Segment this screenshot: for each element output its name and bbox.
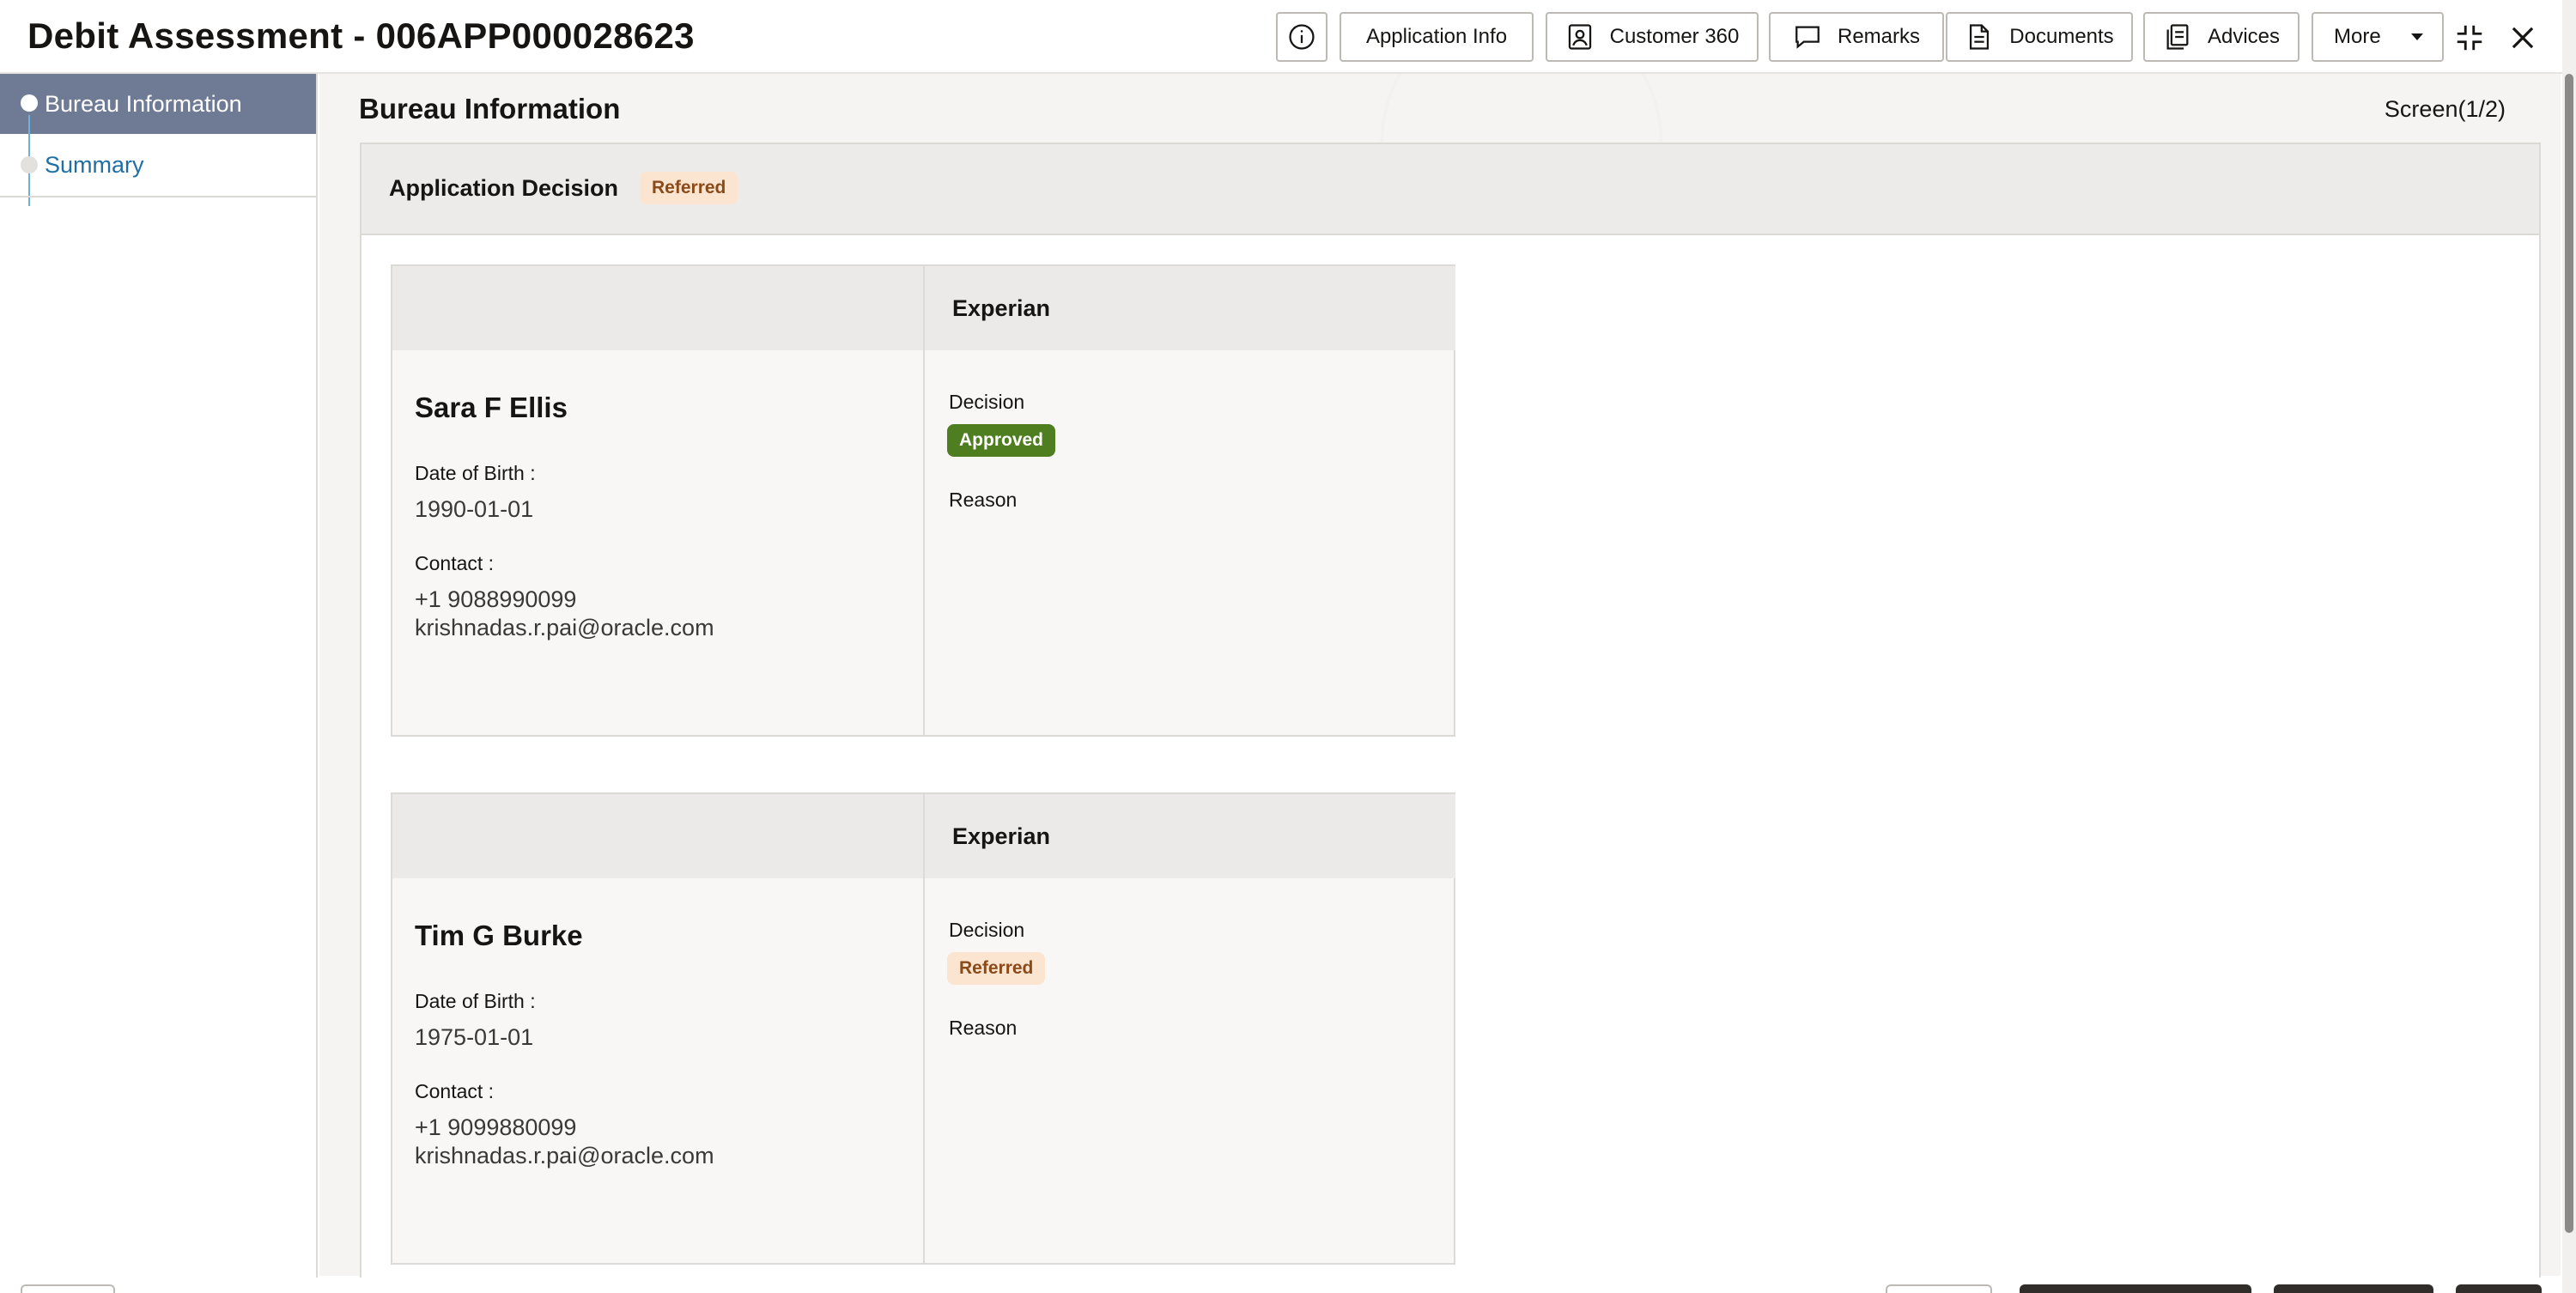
caret-down-icon — [2410, 33, 2423, 40]
dob-label: Date of Birth : — [415, 462, 536, 484]
footer-button[interactable] — [2274, 1284, 2433, 1293]
bureau-name: Experian — [952, 823, 1051, 849]
more-label: More — [2334, 25, 2381, 48]
sidebar-nav: Bureau Information Summary — [0, 74, 318, 1293]
close-button[interactable] — [2506, 21, 2540, 55]
person-card-icon — [1568, 24, 1591, 50]
decision-label: Decision — [949, 919, 1025, 941]
footer-button[interactable] — [2456, 1284, 2542, 1293]
applicant-card-header — [392, 794, 923, 878]
decision-badge: Approved — [947, 424, 1056, 457]
collapse-button[interactable] — [2452, 21, 2487, 55]
advices-button[interactable]: Advices — [2143, 12, 2300, 62]
page-title: Debit Assessment - 006APP000028623 — [27, 15, 695, 56]
dob-label: Date of Birth : — [415, 990, 536, 1012]
bureau-column-header: Experian — [925, 794, 1455, 878]
contact-label: Contact : — [415, 552, 495, 574]
status-badge: Referred — [640, 172, 738, 204]
application-info-label: Application Info — [1365, 25, 1508, 48]
customer-360-label: Customer 360 — [1609, 25, 1740, 48]
section-title: Bureau Information — [359, 93, 621, 124]
screen-indicator: Screen(1/2) — [2384, 96, 2506, 122]
close-icon — [2512, 27, 2534, 49]
phone-value: +1 9088990099 — [415, 586, 577, 612]
scrollbar-thumb[interactable] — [2565, 74, 2573, 1233]
step-dot-icon — [21, 94, 38, 112]
bureau-name: Experian — [952, 295, 1051, 321]
application-decision-label: Application Decision — [389, 175, 619, 201]
sidebar-item-bureau-information[interactable]: Bureau Information — [0, 74, 316, 134]
column-divider — [923, 266, 925, 735]
sidebar-item-summary[interactable]: Summary — [0, 134, 316, 197]
footer-button[interactable] — [1886, 1284, 1992, 1293]
decision-badge: Referred — [947, 952, 1046, 985]
info-button[interactable] — [1276, 12, 1327, 62]
decision-label: Decision — [949, 391, 1025, 413]
applicant-name: Tim G Burke — [415, 920, 583, 951]
footer-button[interactable] — [2020, 1284, 2251, 1293]
more-dropdown[interactable]: More — [2312, 12, 2444, 62]
advices-label: Advices — [2207, 25, 2281, 48]
reason-label: Reason — [949, 489, 1018, 511]
email-value: krishnadas.r.pai@oracle.com — [415, 615, 714, 640]
column-divider — [923, 794, 925, 1263]
dob-value: 1990-01-01 — [415, 496, 534, 522]
documents-button[interactable]: Documents — [1946, 12, 2133, 62]
phone-value: +1 9099880099 — [415, 1114, 577, 1140]
bureau-column-header: Experian — [925, 266, 1455, 350]
customer-360-button[interactable]: Customer 360 — [1546, 12, 1759, 62]
chat-bubble-icon — [1795, 26, 1820, 49]
dob-value: 1975-01-01 — [415, 1024, 534, 1050]
remarks-label: Remarks — [1837, 25, 1920, 48]
contact-label: Contact : — [415, 1080, 495, 1102]
application-info-button[interactable]: Application Info — [1340, 12, 1534, 62]
footer-button[interactable] — [21, 1284, 115, 1293]
collapse-icon — [2457, 25, 2482, 51]
applicant-card-header — [392, 266, 923, 350]
app-header: Debit Assessment - 006APP000028623 Appli… — [0, 0, 2567, 74]
applicant-card: Experian Tim G Burke Date of Birth : 197… — [391, 792, 1455, 1265]
reason-label: Reason — [949, 1017, 1018, 1039]
applicant-card: Experian Sara F Ellis Date of Birth : 19… — [391, 264, 1455, 737]
document-icon — [1970, 24, 1990, 50]
sidebar-item-label: Summary — [45, 151, 144, 178]
documents-label: Documents — [2009, 25, 2114, 48]
stacked-documents-icon — [2166, 24, 2189, 50]
applicant-name: Sara F Ellis — [415, 392, 568, 423]
email-value: krishnadas.r.pai@oracle.com — [415, 1143, 714, 1169]
step-dot-icon — [21, 156, 38, 173]
vertical-scrollbar[interactable] — [2562, 0, 2576, 1293]
sidebar-item-label: Bureau Information — [45, 90, 242, 117]
info-icon — [1289, 24, 1315, 50]
bureau-panel: Application Decision Referred Experian S… — [360, 143, 2541, 1293]
main-content: Bureau Information Screen(1/2) Applicati… — [319, 74, 2561, 1293]
application-decision-header: Application Decision Referred — [361, 144, 2539, 235]
remarks-button[interactable]: Remarks — [1769, 12, 1944, 62]
